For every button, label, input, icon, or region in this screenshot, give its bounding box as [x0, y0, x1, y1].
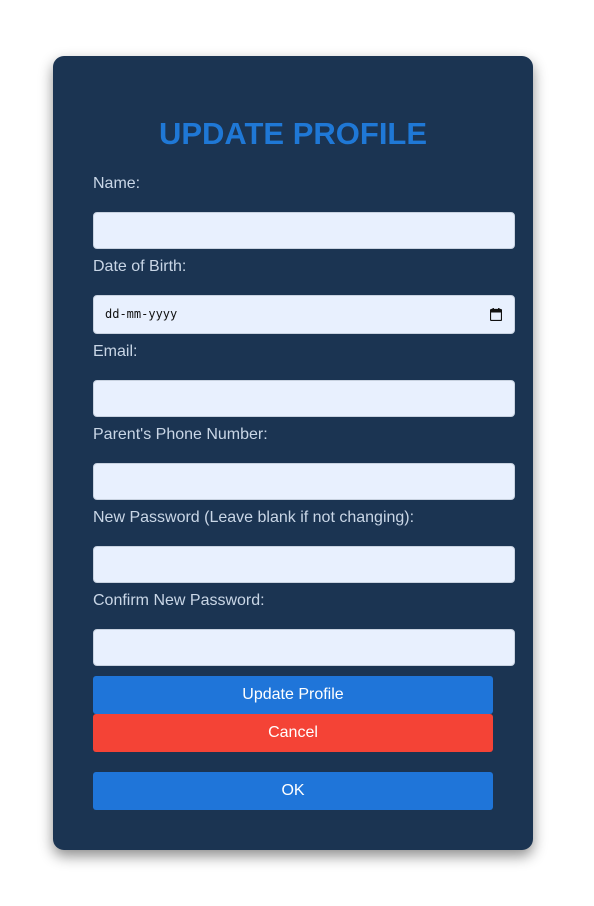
- parent-phone-input[interactable]: [93, 463, 515, 500]
- name-label: Name:: [93, 175, 141, 192]
- ok-button[interactable]: OK: [93, 772, 493, 810]
- update-profile-button[interactable]: Update Profile: [93, 676, 493, 714]
- confirm-password-label: Confirm New Password:: [93, 592, 265, 609]
- date-of-birth-label: Date of Birth:: [93, 258, 187, 275]
- page-title: UPDATE PROFILE: [158, 116, 428, 151]
- cancel-button[interactable]: Cancel: [93, 714, 493, 752]
- calendar-icon[interactable]: [490, 308, 502, 321]
- email-input[interactable]: [93, 380, 515, 417]
- parent-phone-label: Parent's Phone Number:: [93, 426, 268, 443]
- date-of-birth-input[interactable]: dd-mm-yyyy: [93, 295, 515, 334]
- name-input[interactable]: [93, 212, 515, 249]
- date-of-birth-placeholder: dd-mm-yyyy: [105, 307, 178, 321]
- new-password-label: New Password (Leave blank if not changin…: [93, 509, 415, 526]
- update-profile-card: UPDATE PROFILE Name: Date of Birth: dd-m…: [53, 56, 533, 850]
- confirm-password-input[interactable]: [93, 629, 515, 666]
- email-label: Email:: [93, 343, 138, 360]
- new-password-input[interactable]: [93, 546, 515, 583]
